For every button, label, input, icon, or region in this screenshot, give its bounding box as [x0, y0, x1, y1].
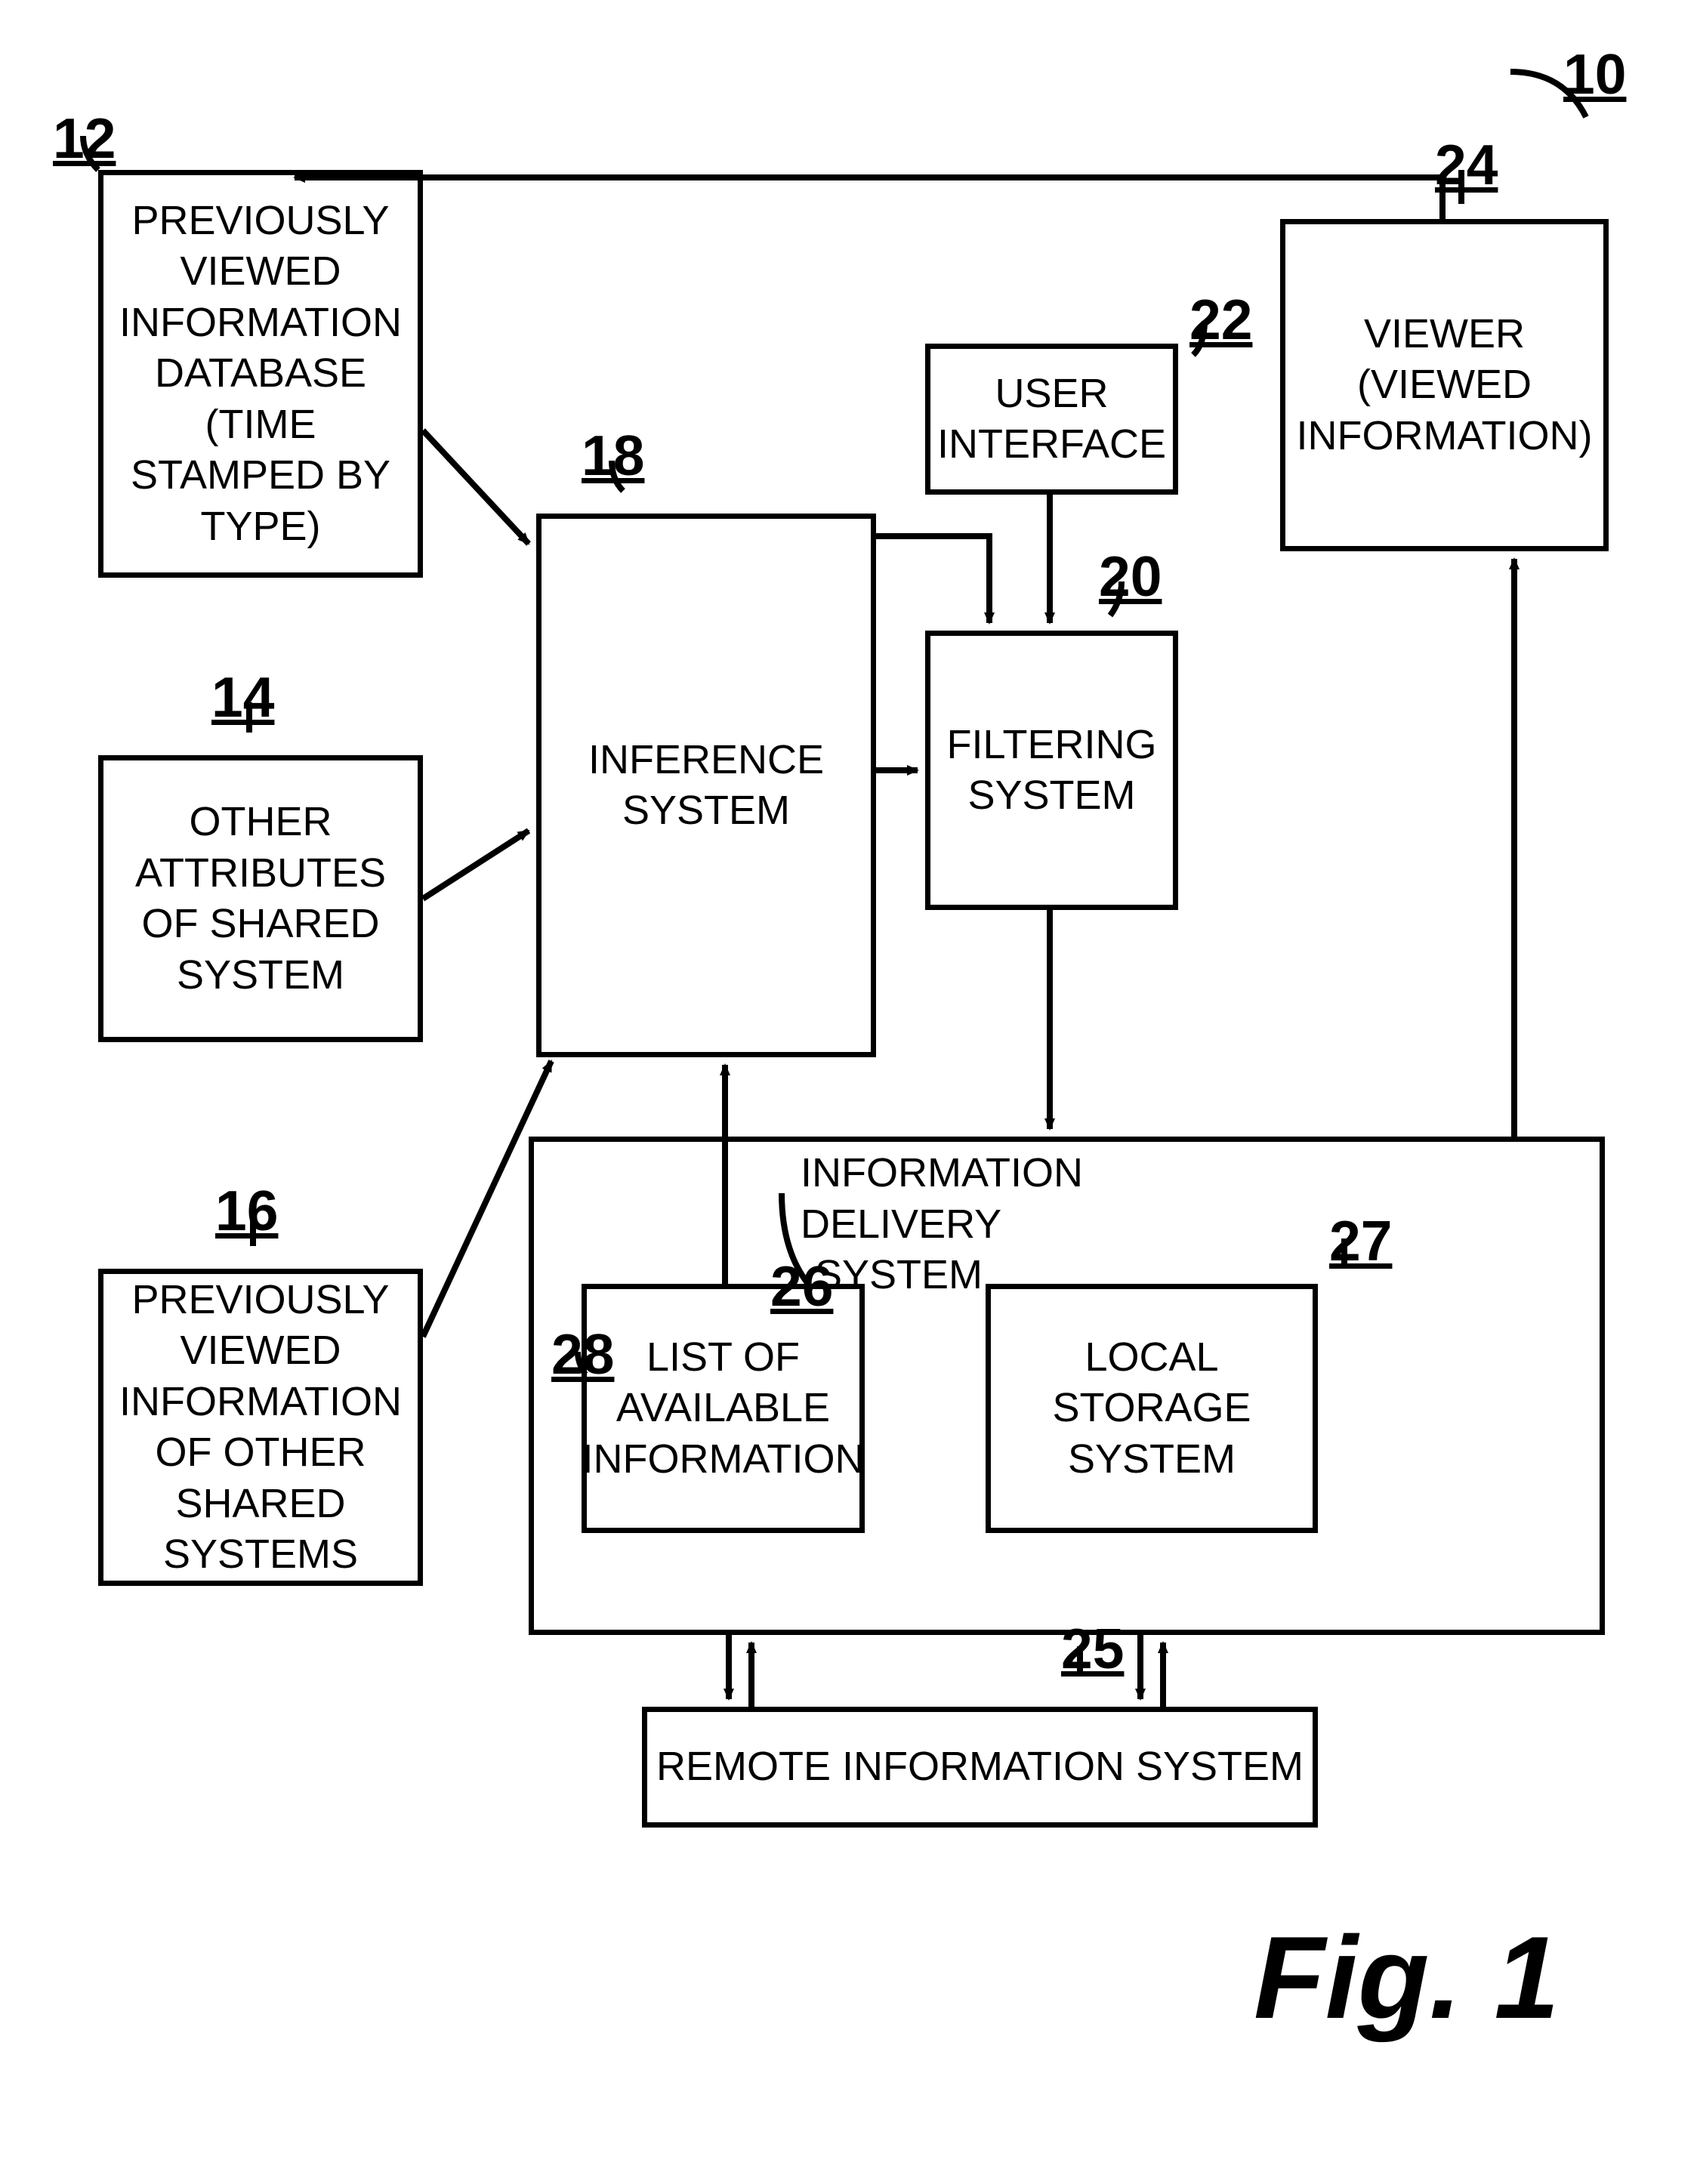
- box-filtering: FILTERING SYSTEM: [925, 631, 1178, 910]
- ref-10: 10: [1563, 42, 1626, 106]
- ref-18: 18: [582, 423, 644, 488]
- ref-24: 24: [1435, 132, 1498, 197]
- ref-12: 12: [53, 106, 116, 171]
- box-remote-info: REMOTE INFORMATION SYSTEM: [642, 1707, 1318, 1828]
- ref-25: 25: [1061, 1616, 1124, 1681]
- box-prev-viewed-db: PREVIOUSLY VIEWED INFORMATION DATABASE (…: [98, 170, 423, 578]
- ref-28: 28: [551, 1322, 614, 1387]
- box-viewer: VIEWER (VIEWED INFORMATION): [1280, 219, 1609, 551]
- box-user-interface: USER INTERFACE: [925, 344, 1178, 495]
- ref-14: 14: [211, 665, 274, 730]
- figure-label: Fig. 1: [1254, 1911, 1560, 2045]
- ref-26: 26: [770, 1254, 833, 1319]
- box-inference: INFERENCE SYSTEM: [536, 514, 876, 1057]
- box-list-available: LIST OF AVAILABLE INFORMATION: [582, 1284, 865, 1533]
- box-local-storage: LOCAL STORAGE SYSTEM: [986, 1284, 1318, 1533]
- ref-27: 27: [1329, 1208, 1392, 1273]
- ref-20: 20: [1099, 544, 1162, 609]
- box-prev-viewed-other: PREVIOUSLY VIEWED INFORMATION OF OTHER S…: [98, 1269, 423, 1586]
- ref-16: 16: [215, 1178, 278, 1243]
- ref-22: 22: [1189, 287, 1252, 352]
- box-other-attrs: OTHER ATTRIBUTES OF SHARED SYSTEM: [98, 755, 423, 1042]
